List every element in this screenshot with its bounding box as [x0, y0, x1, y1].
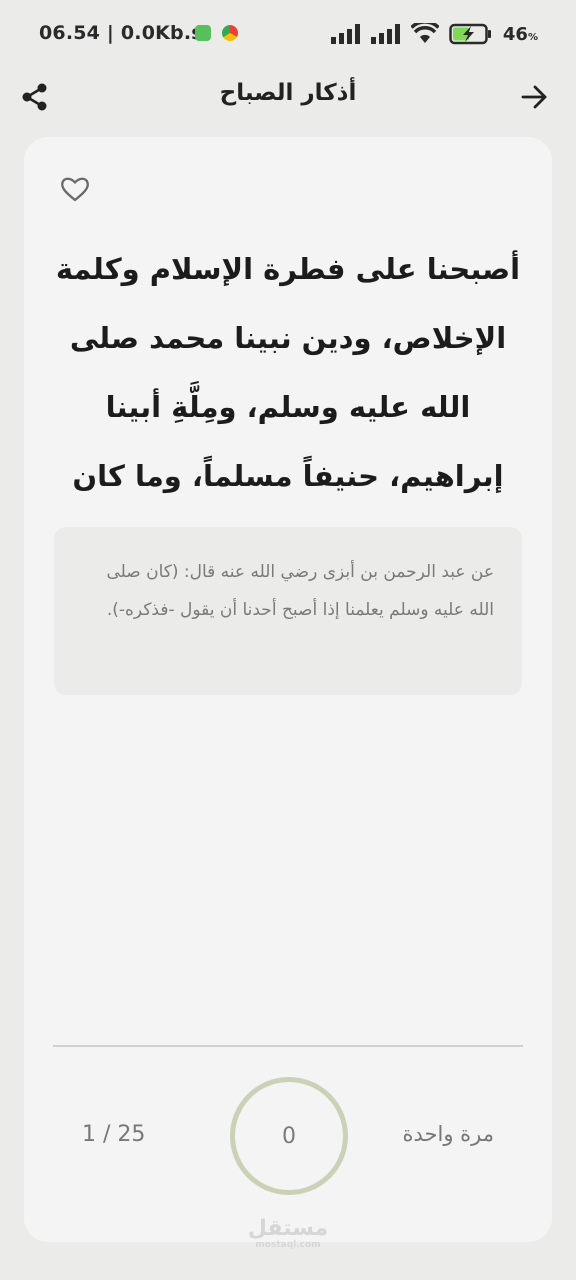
chrome-icon — [222, 25, 238, 41]
battery-level: 46% — [502, 23, 538, 45]
notification-app-icon — [195, 25, 211, 41]
page-title: أذكار الصباح — [219, 80, 357, 106]
progress-indicator: 1 / 25 — [82, 1122, 146, 1147]
source-text: عن عبد الرحمن بن أبزى رضي الله عنه قال: … — [106, 562, 494, 620]
status-bar: 06.54 | 0.0Kb.s 46% — [0, 0, 576, 70]
battery-charging-icon — [449, 23, 491, 45]
back-button[interactable] — [520, 82, 550, 112]
counter-button[interactable]: 0 — [230, 1077, 348, 1195]
watermark-logo: مستقل mostaql.com — [247, 1216, 329, 1251]
dhikr-card: أصبحنا على فطرة الإسلام وكلمة الإخلاص، و… — [24, 137, 552, 1242]
counter-value: 0 — [282, 1123, 296, 1149]
source-box: عن عبد الرحمن بن أبزى رضي الله عنه قال: … — [54, 527, 522, 695]
signal-icon — [370, 24, 400, 44]
app-header: أذكار الصباح — [0, 70, 576, 126]
repeat-count-label: مرة واحدة — [402, 1122, 495, 1146]
status-right-group: 46% — [330, 23, 538, 45]
wifi-icon — [410, 23, 439, 43]
favorite-button[interactable] — [59, 173, 91, 205]
signal-icon — [330, 24, 360, 44]
heart-outline-icon — [61, 177, 89, 202]
arrow-right-icon — [521, 85, 547, 109]
status-time-speed: 06.54 | 0.0Kb.s — [39, 22, 203, 44]
divider — [53, 1045, 523, 1047]
